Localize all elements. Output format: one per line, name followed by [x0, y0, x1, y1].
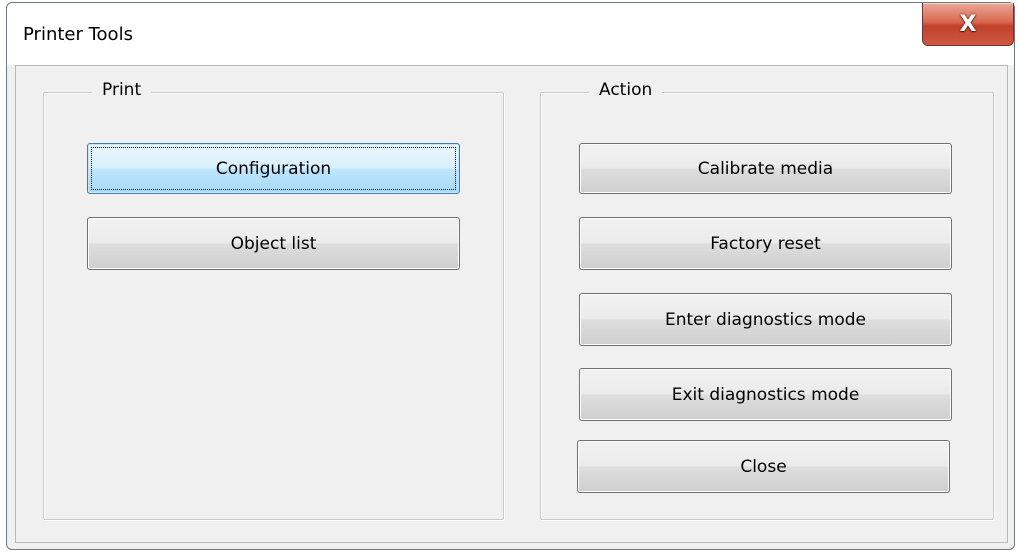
window-title: Printer Tools [23, 24, 133, 45]
title-bar[interactable]: Printer Tools X [7, 3, 1014, 65]
object-list-button[interactable]: Object list [87, 217, 460, 270]
close-icon: X [959, 11, 977, 37]
print-group-label: Print [92, 80, 152, 100]
dialog-client-area: Print Action Configuration Object list C… [15, 65, 1008, 543]
enter-diagnostics-mode-button[interactable]: Enter diagnostics mode [579, 293, 952, 346]
configuration-button[interactable]: Configuration [87, 143, 460, 194]
calibrate-media-button[interactable]: Calibrate media [579, 143, 952, 194]
window-close-button[interactable]: X [922, 3, 1014, 46]
printer-tools-dialog: Printer Tools X Print Action Configurati… [6, 2, 1015, 550]
close-button[interactable]: Close [577, 440, 950, 493]
action-group-label: Action [589, 80, 663, 100]
factory-reset-button[interactable]: Factory reset [579, 217, 952, 270]
exit-diagnostics-mode-button[interactable]: Exit diagnostics mode [579, 368, 952, 421]
